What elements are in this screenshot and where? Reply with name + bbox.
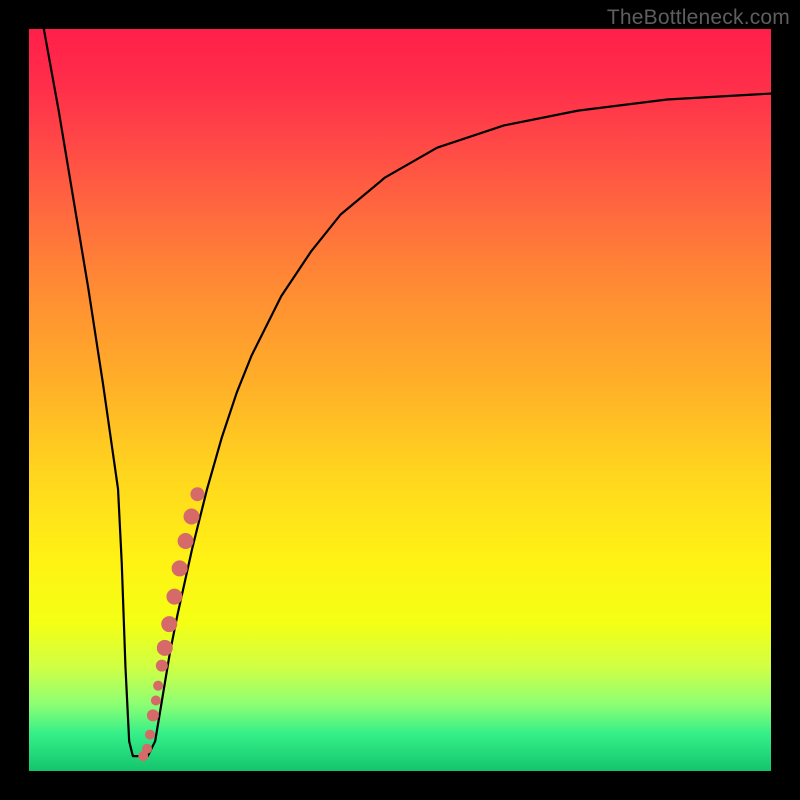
highlight-point	[161, 616, 177, 632]
highlight-points	[138, 487, 204, 761]
chart-overlay	[29, 29, 771, 771]
highlight-point	[156, 660, 168, 672]
highlight-point	[178, 533, 194, 549]
highlight-point	[151, 696, 161, 706]
highlight-point	[184, 508, 200, 524]
highlight-point	[166, 589, 182, 605]
chart-container: TheBottleneck.com	[0, 0, 800, 800]
highlight-point	[142, 744, 152, 754]
highlight-point	[190, 487, 204, 501]
highlight-point	[172, 560, 188, 576]
watermark-text: TheBottleneck.com	[607, 6, 790, 30]
highlight-point	[145, 730, 155, 740]
bottleneck-curve	[44, 29, 771, 756]
highlight-point	[153, 681, 163, 691]
highlight-point	[157, 640, 173, 656]
highlight-point	[147, 709, 159, 721]
